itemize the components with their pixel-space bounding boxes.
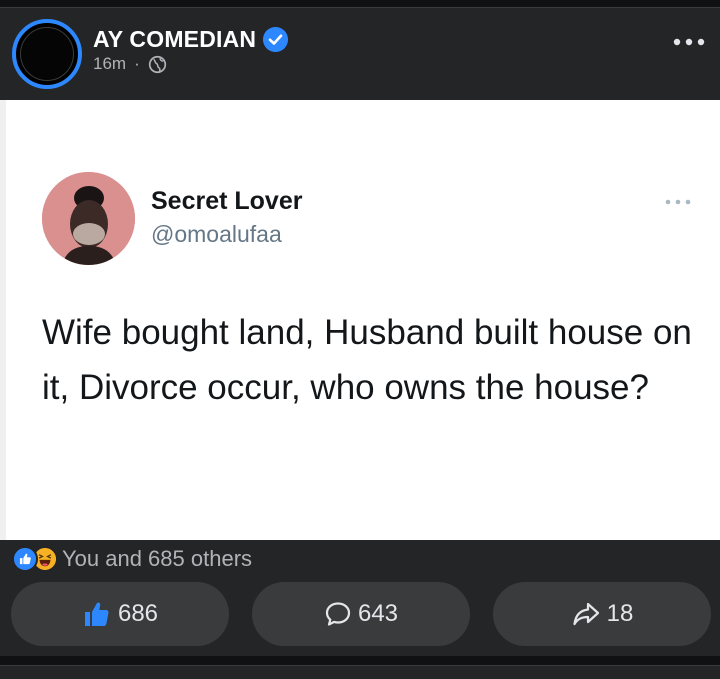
avatar-image bbox=[20, 27, 74, 81]
share-button[interactable]: 18 bbox=[493, 582, 711, 646]
tweet-handle: @omoalufaa bbox=[151, 221, 282, 247]
post-image-tweet-screenshot[interactable]: Secret Lover @omoalufaa Wife bought land… bbox=[0, 100, 720, 540]
post-time[interactable]: 16m bbox=[93, 54, 126, 74]
globe-icon bbox=[148, 55, 166, 73]
comment-icon bbox=[325, 602, 351, 626]
comment-count: 643 bbox=[357, 600, 399, 627]
verified-badge-icon bbox=[263, 27, 288, 52]
top-divider bbox=[0, 0, 720, 8]
feed-post: AY COMEDIAN 16m · Secret Lover @omoalufa… bbox=[0, 8, 720, 656]
post-meta: 16m · bbox=[93, 54, 167, 74]
thumbs-up-icon bbox=[84, 602, 109, 626]
page-name[interactable]: AY COMEDIAN bbox=[93, 26, 256, 53]
reactions-text[interactable]: You and 685 others bbox=[62, 546, 252, 572]
share-count: 18 bbox=[606, 600, 634, 627]
page-avatar[interactable] bbox=[12, 19, 82, 89]
post-header: AY COMEDIAN 16m · bbox=[0, 8, 720, 100]
comment-button[interactable]: 643 bbox=[252, 582, 470, 646]
meta-separator: · bbox=[134, 54, 140, 73]
like-count: 686 bbox=[117, 600, 159, 627]
tweet-text: Wife bought land, Husband built house on… bbox=[42, 313, 692, 407]
more-options-icon[interactable] bbox=[672, 34, 706, 50]
like-button[interactable]: 686 bbox=[11, 582, 229, 646]
next-post-edge bbox=[0, 665, 720, 679]
tweet-author-avatar bbox=[42, 172, 135, 265]
tweet-more-icon bbox=[665, 199, 691, 205]
tweet-display-name: Secret Lover bbox=[151, 187, 303, 215]
post-actions: 686 643 18 bbox=[11, 582, 711, 646]
reactions-summary[interactable]: You and 685 others bbox=[12, 544, 252, 574]
share-icon bbox=[573, 602, 599, 626]
like-reaction-icon bbox=[12, 546, 38, 572]
